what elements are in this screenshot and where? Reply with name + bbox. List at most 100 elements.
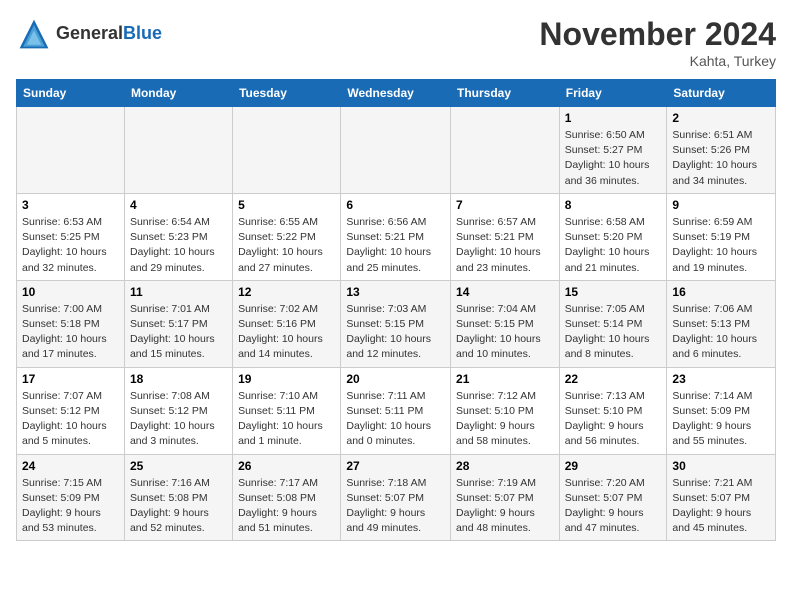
day-info: Sunrise: 7:02 AM Sunset: 5:16 PM Dayligh…	[238, 302, 335, 363]
day-info: Sunrise: 7:13 AM Sunset: 5:10 PM Dayligh…	[565, 389, 662, 450]
day-number: 7	[456, 198, 554, 212]
day-info: Sunrise: 7:18 AM Sunset: 5:07 PM Dayligh…	[346, 476, 445, 537]
logo-text: GeneralBlue	[56, 24, 162, 44]
calendar-cell: 20 Sunrise: 7:11 AM Sunset: 5:11 PM Dayli…	[341, 367, 451, 454]
logo-icon	[16, 16, 52, 52]
weekday-header: Monday	[124, 80, 232, 107]
day-info: Sunrise: 7:15 AM Sunset: 5:09 PM Dayligh…	[22, 476, 119, 537]
page-header: GeneralBlue November 2024 Kahta, Turkey	[16, 16, 776, 69]
day-number: 25	[130, 459, 227, 473]
day-number: 5	[238, 198, 335, 212]
calendar-cell: 9Sunrise: 6:59 AM Sunset: 5:19 PM Daylig…	[667, 193, 776, 280]
day-info: Sunrise: 7:17 AM Sunset: 5:08 PM Dayligh…	[238, 476, 335, 537]
week-row: 1 Sunrise: 6:50 AM Sunset: 5:27 PM Daylig…	[17, 107, 776, 194]
calendar-cell: 6 Sunrise: 6:56 AM Sunset: 5:21 PM Daylig…	[341, 193, 451, 280]
day-number: 8	[565, 198, 662, 212]
day-info: Sunrise: 6:56 AM Sunset: 5:21 PM Dayligh…	[346, 215, 445, 276]
calendar-cell: 15Sunrise: 7:05 AM Sunset: 5:14 PM Dayli…	[559, 280, 667, 367]
weekday-header: Tuesday	[233, 80, 341, 107]
day-number: 23	[672, 372, 770, 386]
calendar-cell: 17Sunrise: 7:07 AM Sunset: 5:12 PM Dayli…	[17, 367, 125, 454]
day-number: 10	[22, 285, 119, 299]
day-number: 26	[238, 459, 335, 473]
day-number: 17	[22, 372, 119, 386]
day-info: Sunrise: 7:00 AM Sunset: 5:18 PM Dayligh…	[22, 302, 119, 363]
weekday-header: Wednesday	[341, 80, 451, 107]
calendar-cell	[17, 107, 125, 194]
day-number: 1	[565, 111, 662, 125]
day-number: 11	[130, 285, 227, 299]
day-info: Sunrise: 7:03 AM Sunset: 5:15 PM Dayligh…	[346, 302, 445, 363]
calendar-cell: 23 Sunrise: 7:14 AM Sunset: 5:09 PM Dayli…	[667, 367, 776, 454]
weekday-header: Saturday	[667, 80, 776, 107]
logo-general: General	[56, 23, 123, 43]
week-row: 24 Sunrise: 7:15 AM Sunset: 5:09 PM Dayli…	[17, 454, 776, 541]
week-row: 3 Sunrise: 6:53 AM Sunset: 5:25 PM Daylig…	[17, 193, 776, 280]
calendar-cell: 30Sunrise: 7:21 AM Sunset: 5:07 PM Dayli…	[667, 454, 776, 541]
calendar-cell: 7Sunrise: 6:57 AM Sunset: 5:21 PM Daylig…	[451, 193, 560, 280]
day-number: 19	[238, 372, 335, 386]
day-number: 16	[672, 285, 770, 299]
calendar-cell: 27 Sunrise: 7:18 AM Sunset: 5:07 PM Dayli…	[341, 454, 451, 541]
calendar-cell: 25Sunrise: 7:16 AM Sunset: 5:08 PM Dayli…	[124, 454, 232, 541]
day-info: Sunrise: 6:50 AM Sunset: 5:27 PM Dayligh…	[565, 128, 662, 189]
day-info: Sunrise: 6:54 AM Sunset: 5:23 PM Dayligh…	[130, 215, 227, 276]
day-info: Sunrise: 7:12 AM Sunset: 5:10 PM Dayligh…	[456, 389, 554, 450]
day-info: Sunrise: 7:20 AM Sunset: 5:07 PM Dayligh…	[565, 476, 662, 537]
calendar-cell: 16 Sunrise: 7:06 AM Sunset: 5:13 PM Dayli…	[667, 280, 776, 367]
day-info: Sunrise: 6:53 AM Sunset: 5:25 PM Dayligh…	[22, 215, 119, 276]
day-info: Sunrise: 7:14 AM Sunset: 5:09 PM Dayligh…	[672, 389, 770, 450]
day-number: 21	[456, 372, 554, 386]
day-info: Sunrise: 6:58 AM Sunset: 5:20 PM Dayligh…	[565, 215, 662, 276]
day-info: Sunrise: 7:06 AM Sunset: 5:13 PM Dayligh…	[672, 302, 770, 363]
calendar-cell	[124, 107, 232, 194]
day-number: 12	[238, 285, 335, 299]
day-number: 22	[565, 372, 662, 386]
logo-blue: Blue	[123, 23, 162, 43]
month-title: November 2024	[539, 16, 776, 53]
day-info: Sunrise: 7:04 AM Sunset: 5:15 PM Dayligh…	[456, 302, 554, 363]
day-info: Sunrise: 7:08 AM Sunset: 5:12 PM Dayligh…	[130, 389, 227, 450]
title-block: November 2024 Kahta, Turkey	[539, 16, 776, 69]
day-number: 20	[346, 372, 445, 386]
day-info: Sunrise: 7:01 AM Sunset: 5:17 PM Dayligh…	[130, 302, 227, 363]
calendar-cell: 24 Sunrise: 7:15 AM Sunset: 5:09 PM Dayli…	[17, 454, 125, 541]
calendar-cell	[341, 107, 451, 194]
calendar-cell: 22 Sunrise: 7:13 AM Sunset: 5:10 PM Dayli…	[559, 367, 667, 454]
calendar-cell: 14Sunrise: 7:04 AM Sunset: 5:15 PM Dayli…	[451, 280, 560, 367]
day-number: 24	[22, 459, 119, 473]
day-number: 15	[565, 285, 662, 299]
calendar-cell: 26 Sunrise: 7:17 AM Sunset: 5:08 PM Dayli…	[233, 454, 341, 541]
calendar-cell: 12 Sunrise: 7:02 AM Sunset: 5:16 PM Dayli…	[233, 280, 341, 367]
day-info: Sunrise: 7:10 AM Sunset: 5:11 PM Dayligh…	[238, 389, 335, 450]
calendar-cell: 21 Sunrise: 7:12 AM Sunset: 5:10 PM Dayli…	[451, 367, 560, 454]
day-info: Sunrise: 6:55 AM Sunset: 5:22 PM Dayligh…	[238, 215, 335, 276]
day-number: 27	[346, 459, 445, 473]
day-number: 6	[346, 198, 445, 212]
day-number: 9	[672, 198, 770, 212]
week-row: 10 Sunrise: 7:00 AM Sunset: 5:18 PM Dayli…	[17, 280, 776, 367]
calendar-cell: 2 Sunrise: 6:51 AM Sunset: 5:26 PM Daylig…	[667, 107, 776, 194]
day-number: 4	[130, 198, 227, 212]
calendar-cell: 8 Sunrise: 6:58 AM Sunset: 5:20 PM Daylig…	[559, 193, 667, 280]
weekday-header: Friday	[559, 80, 667, 107]
day-number: 2	[672, 111, 770, 125]
calendar-cell: 3 Sunrise: 6:53 AM Sunset: 5:25 PM Daylig…	[17, 193, 125, 280]
day-number: 3	[22, 198, 119, 212]
day-info: Sunrise: 7:19 AM Sunset: 5:07 PM Dayligh…	[456, 476, 554, 537]
calendar-table: SundayMondayTuesdayWednesdayThursdayFrid…	[16, 79, 776, 541]
calendar-cell: 19 Sunrise: 7:10 AM Sunset: 5:11 PM Dayli…	[233, 367, 341, 454]
day-info: Sunrise: 6:51 AM Sunset: 5:26 PM Dayligh…	[672, 128, 770, 189]
logo: GeneralBlue	[16, 16, 162, 52]
calendar-cell: 11 Sunrise: 7:01 AM Sunset: 5:17 PM Dayli…	[124, 280, 232, 367]
day-number: 28	[456, 459, 554, 473]
calendar-cell: 4 Sunrise: 6:54 AM Sunset: 5:23 PM Daylig…	[124, 193, 232, 280]
day-info: Sunrise: 7:21 AM Sunset: 5:07 PM Dayligh…	[672, 476, 770, 537]
day-info: Sunrise: 7:11 AM Sunset: 5:11 PM Dayligh…	[346, 389, 445, 450]
calendar-header-row: SundayMondayTuesdayWednesdayThursdayFrid…	[17, 80, 776, 107]
calendar-cell: 28 Sunrise: 7:19 AM Sunset: 5:07 PM Dayli…	[451, 454, 560, 541]
calendar-cell	[233, 107, 341, 194]
calendar-cell: 18Sunrise: 7:08 AM Sunset: 5:12 PM Dayli…	[124, 367, 232, 454]
calendar-cell: 5 Sunrise: 6:55 AM Sunset: 5:22 PM Daylig…	[233, 193, 341, 280]
calendar-cell: 13Sunrise: 7:03 AM Sunset: 5:15 PM Dayli…	[341, 280, 451, 367]
